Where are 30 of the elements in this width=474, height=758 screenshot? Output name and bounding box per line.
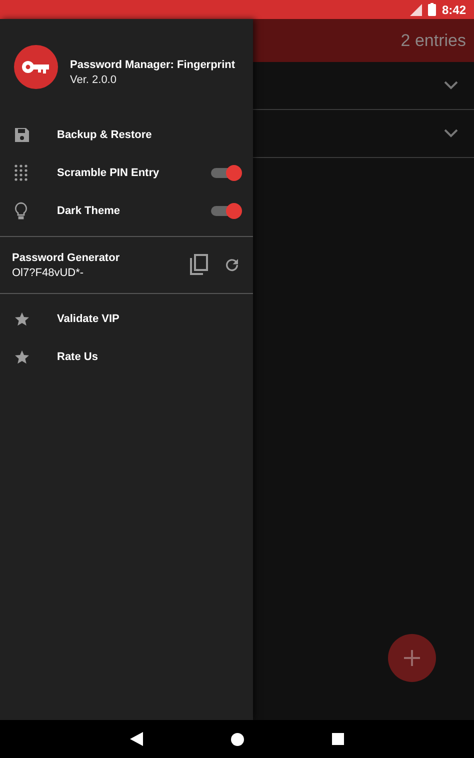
- generated-password: Ol7?F48vUD*-: [12, 266, 85, 278]
- toggle-switch[interactable]: [211, 206, 239, 216]
- chevron-down-icon[interactable]: [444, 129, 458, 138]
- menu-item[interactable]: Validate VIP: [0, 300, 253, 338]
- toggle-switch[interactable]: [211, 168, 239, 178]
- battery-icon: [428, 3, 436, 16]
- plus-icon: [404, 650, 420, 666]
- switch-thumb[interactable]: [226, 203, 242, 219]
- star-icon: [14, 349, 30, 365]
- toggle-menu-item[interactable]: Dark Theme: [0, 192, 253, 230]
- clock-time: 8:42: [442, 2, 466, 16]
- signal-icon: [408, 4, 422, 16]
- chevron-down-icon[interactable]: [444, 81, 458, 90]
- entry-count: 2 entries: [400, 30, 466, 50]
- app-version: Ver. 2.0.0: [70, 74, 118, 86]
- home-icon[interactable]: [231, 732, 244, 746]
- key-logo-icon: [14, 45, 58, 89]
- app-title: Password Manager: Fingerprint: [70, 58, 236, 70]
- copy-icon[interactable]: [189, 254, 209, 276]
- lightbulb-icon: [14, 202, 28, 220]
- add-button[interactable]: [388, 634, 436, 682]
- switch-thumb[interactable]: [226, 165, 242, 181]
- back-icon[interactable]: [130, 732, 143, 746]
- toggle-menu-item[interactable]: Scramble PIN Entry: [0, 154, 253, 192]
- star-icon: [14, 311, 30, 327]
- dialpad-icon: [14, 164, 28, 182]
- menu-item[interactable]: Backup & Restore: [0, 116, 253, 154]
- refresh-icon[interactable]: [223, 256, 241, 274]
- generator-title: Password Generator: [12, 252, 121, 264]
- menu-item[interactable]: Rate Us: [0, 338, 253, 376]
